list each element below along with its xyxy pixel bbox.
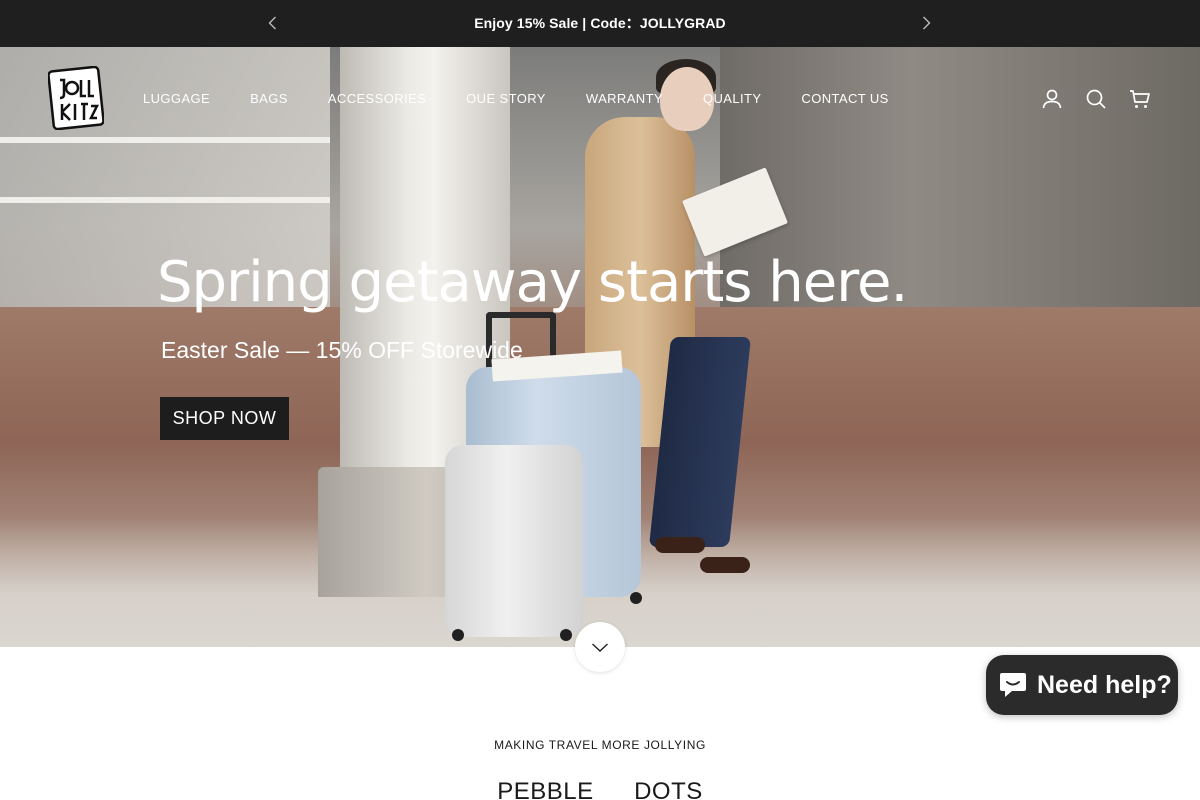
- collection-tabs: PEBBLE DOTS: [0, 778, 1200, 800]
- nav-item-luggage[interactable]: LUGGAGE: [143, 90, 210, 108]
- hero-subline: Easter Sale — 15% OFF Storewide: [161, 337, 523, 363]
- nav-item-warranty[interactable]: WARRANTY: [586, 90, 663, 108]
- nav-item-our-story[interactable]: OUE STORY: [466, 90, 546, 108]
- cart-icon[interactable]: [1128, 87, 1152, 111]
- account-icon[interactable]: [1040, 87, 1064, 111]
- tab-dots[interactable]: DOTS: [634, 778, 703, 800]
- hero-banner: Spring getaway starts here. Easter Sale …: [0, 47, 1200, 647]
- tab-pebble[interactable]: PEBBLE: [497, 778, 593, 800]
- chevron-right-icon[interactable]: [916, 13, 936, 33]
- chevron-down-icon: [592, 643, 608, 652]
- scroll-down-button[interactable]: [575, 622, 625, 672]
- main-nav: LUGGAGE BAGS ACCESSORIES OUE STORY WARRA…: [143, 90, 929, 108]
- hero-headline: Spring getaway starts here.: [157, 250, 908, 315]
- search-icon[interactable]: [1084, 87, 1108, 111]
- brand-logo[interactable]: [47, 65, 105, 131]
- announcement-text[interactable]: Enjoy 15% Sale | Code：JOLLYGRAD: [0, 0, 1200, 47]
- nav-item-bags[interactable]: BAGS: [250, 90, 288, 108]
- shop-now-button[interactable]: SHOP NOW: [160, 397, 289, 440]
- nav-item-accessories[interactable]: ACCESSORIES: [328, 90, 426, 108]
- nav-item-contact-us[interactable]: CONTACT US: [801, 90, 888, 108]
- section-tagline: MAKING TRAVEL MORE JOLLYING: [494, 738, 706, 752]
- announcement-bar: Enjoy 15% Sale | Code：JOLLYGRAD: [0, 0, 1200, 47]
- nav-item-quality[interactable]: QUALITY: [703, 90, 761, 108]
- chat-widget-button[interactable]: Need help?: [986, 655, 1178, 715]
- chat-bubble-icon: [1000, 673, 1026, 697]
- chat-label: Need help?: [1037, 671, 1172, 699]
